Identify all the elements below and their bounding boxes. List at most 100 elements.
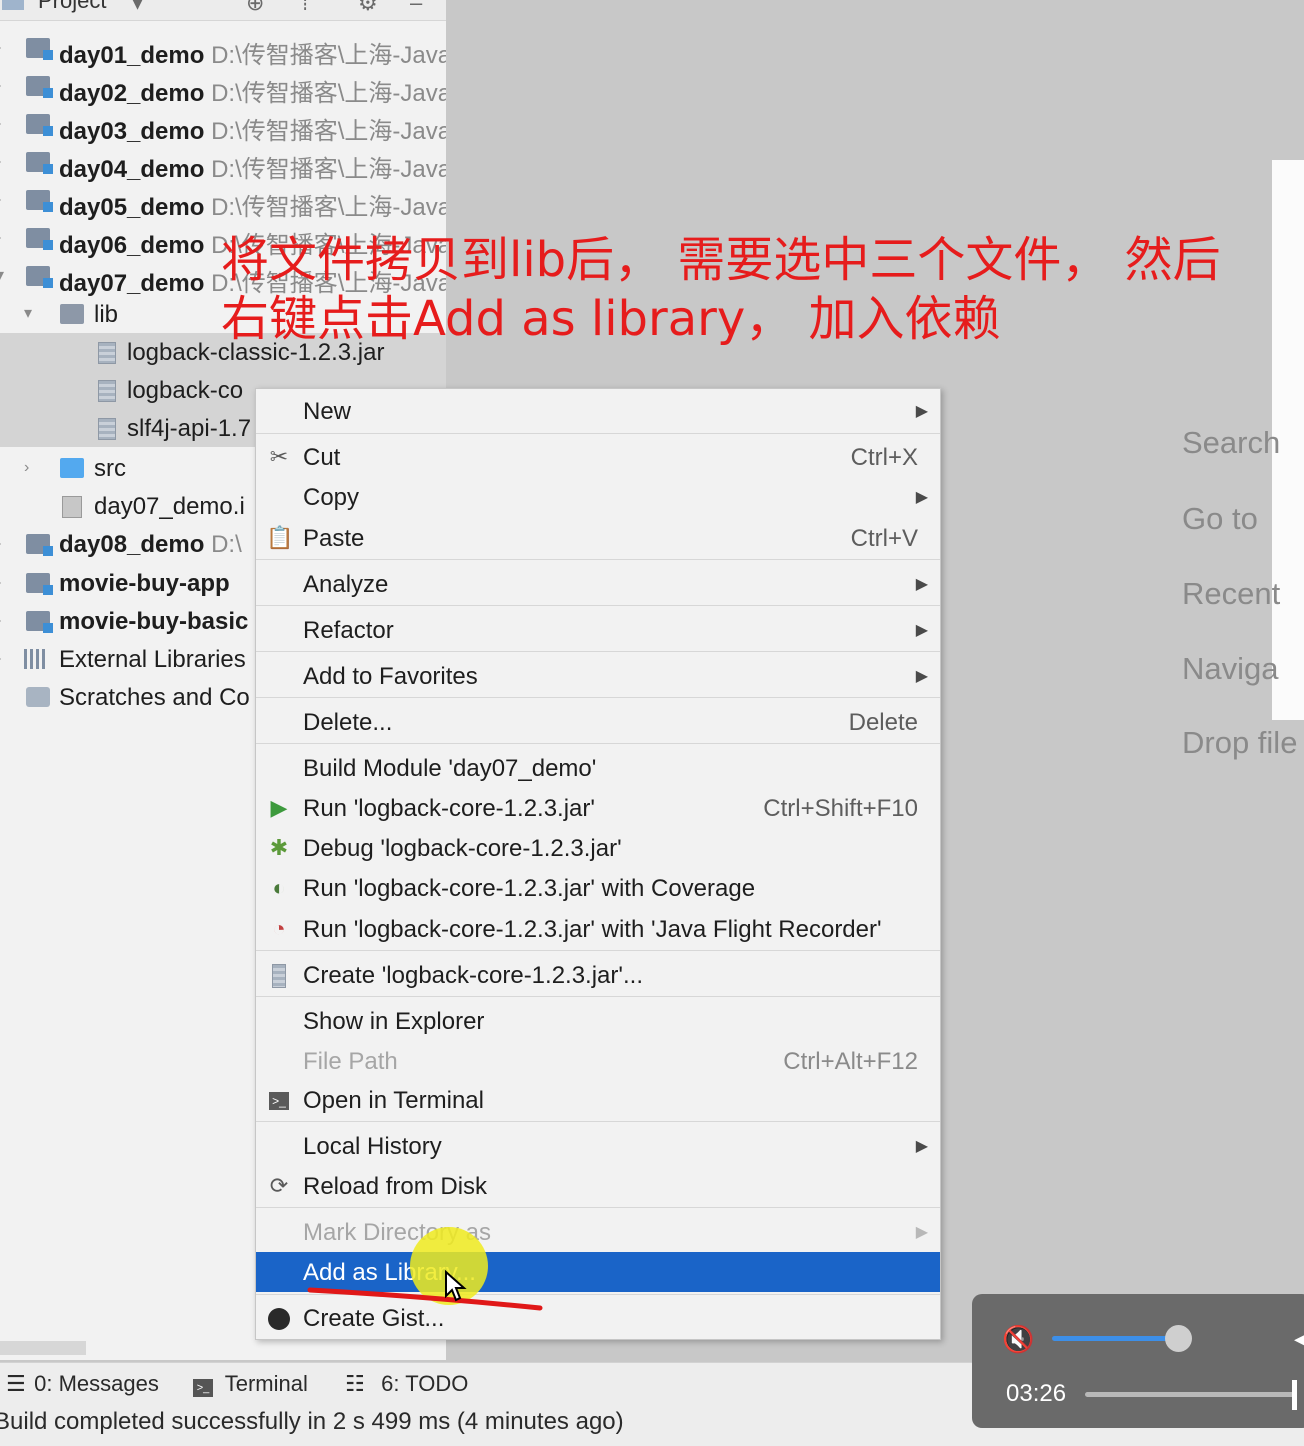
menu-item-shortcut: Ctrl+V <box>850 525 918 552</box>
menu-item-local-history[interactable]: Local History ▶ <box>256 1126 940 1166</box>
submenu-arrow-icon: ▶ <box>915 403 928 420</box>
iml-file-icon <box>62 496 82 518</box>
tree-item-label: day01_demo <box>59 42 205 69</box>
menu-item-label: Local History <box>303 1133 442 1160</box>
gear-icon[interactable]: ⚙ <box>358 0 378 16</box>
scissors-icon: ✂ <box>269 444 289 469</box>
volume-slider[interactable] <box>1052 1336 1179 1341</box>
module-icon <box>26 76 53 98</box>
annotation-line-2: 右键点击Add as library， 加入依赖 <box>221 291 1001 347</box>
menu-item-build-module[interactable]: Build Module 'day07_demo' <box>256 748 940 788</box>
mouse-pointer-icon <box>445 1270 467 1302</box>
submenu-arrow-icon: ▶ <box>915 622 928 639</box>
expand-arrow-icon[interactable]: › <box>0 39 1 57</box>
volume-slider-knob[interactable] <box>1165 1325 1192 1352</box>
expand-arrow-icon[interactable]: › <box>0 535 1 553</box>
tree-item-day02-demo[interactable]: › day02_demo D:\传智播客\上海-Java <box>0 67 446 107</box>
horizontal-scrollbar[interactable] <box>0 1341 86 1355</box>
github-icon <box>266 1305 292 1331</box>
editor-hint-navigation: Naviga <box>1182 651 1279 686</box>
menu-item-mark-directory: Mark Directory as ▶ <box>256 1212 940 1252</box>
menu-item-analyze[interactable]: Analyze ▶ <box>256 564 940 604</box>
menu-item-copy[interactable]: Copy ▶ <box>256 477 940 517</box>
tree-item-label: day05_demo <box>59 194 205 221</box>
menu-item-show-in-explorer[interactable]: Show in Explorer <box>256 1001 940 1041</box>
submenu-arrow-icon: ▶ <box>915 489 928 506</box>
mute-icon[interactable]: 🔇 <box>1002 1324 1034 1355</box>
menu-item-open-in-terminal[interactable]: >_ Open in Terminal <box>256 1080 940 1120</box>
menu-item-cut[interactable]: ✂ Cut Ctrl+X <box>256 437 940 477</box>
tab-terminal[interactable]: >_ Terminal <box>193 1371 308 1397</box>
menu-separator <box>256 1121 940 1122</box>
menu-separator <box>256 1207 940 1208</box>
tab-todo[interactable]: ☷ 6: TODO <box>345 1371 468 1397</box>
expand-arrow-icon[interactable]: › <box>0 153 1 171</box>
editor-hint-drop: Drop file <box>1182 725 1298 760</box>
menu-item-paste[interactable]: 📋 Paste Ctrl+V <box>256 518 940 558</box>
expand-arrow-icon[interactable]: › <box>0 115 1 133</box>
seek-bar-end-marker <box>1292 1380 1297 1410</box>
menu-separator <box>256 433 940 434</box>
menu-separator <box>256 651 940 652</box>
tree-item-label: src <box>94 455 126 482</box>
tree-item-label: day03_demo <box>59 118 205 145</box>
module-icon <box>26 114 53 136</box>
red-underline-annotation <box>307 1287 543 1311</box>
submenu-arrow-icon: ▶ <box>915 576 928 593</box>
menu-separator <box>256 697 940 698</box>
chevron-left-icon[interactable]: ◀ <box>1294 1326 1304 1352</box>
tab-label: Terminal <box>224 1371 308 1396</box>
tree-item-day03-demo[interactable]: › day03_demo D:\传智播客\上海-Java <box>0 105 446 145</box>
seek-bar[interactable] <box>1085 1392 1295 1397</box>
menu-item-reload-from-disk[interactable]: ⟳ Reload from Disk <box>256 1166 940 1206</box>
tree-item-label: Scratches and Co <box>59 684 250 711</box>
minimize-icon[interactable]: – <box>410 0 422 16</box>
tree-item-label: logback-co <box>127 377 244 404</box>
tree-item-label: movie-buy-app <box>59 570 230 597</box>
tab-messages[interactable]: ☰ 0: Messages <box>6 1371 159 1397</box>
terminal-icon: >_ <box>266 1087 292 1113</box>
clipboard-icon: 📋 <box>266 525 294 550</box>
expand-arrow-icon[interactable]: › <box>24 459 29 477</box>
tree-item-day05-demo[interactable]: › day05_demo D:\传智播客\上海-Java <box>0 181 446 221</box>
expand-arrow-icon[interactable]: › <box>0 77 1 95</box>
menu-item-delete[interactable]: Delete... Delete <box>256 702 940 742</box>
editor-hint-recent: Recent <box>1182 576 1281 611</box>
menu-separator <box>256 743 940 744</box>
tree-item-path: D:\传智播客\上海-Java <box>211 42 446 69</box>
tree-item-day04-demo[interactable]: › day04_demo D:\传智播客\上海-Java <box>0 143 446 183</box>
collapse-arrow-icon[interactable]: ▾ <box>0 265 4 285</box>
todo-icon: ☷ <box>345 1371 365 1396</box>
collapse-arrow-icon[interactable]: ▾ <box>24 303 32 323</box>
menu-item-create-config[interactable]: Create 'logback-core-1.2.3.jar'... <box>256 955 940 995</box>
locate-icon[interactable]: ⊕ <box>246 0 264 16</box>
tree-item-label: day07_demo <box>59 270 205 297</box>
tree-item-label: slf4j-api-1.7 <box>127 415 252 442</box>
collapse-all-icon[interactable]: ⇡ <box>296 0 314 16</box>
module-icon <box>26 38 53 60</box>
tree-item-label: movie-buy-basic <box>59 608 249 635</box>
module-icon <box>26 228 53 250</box>
tree-item-day01-demo[interactable]: › day01_demo D:\传智播客\上海-Java <box>0 29 446 69</box>
menu-item-run-flight-recorder[interactable]: ◔ Run 'logback-core-1.2.3.jar' with 'Jav… <box>256 909 940 949</box>
expand-arrow-icon[interactable]: › <box>0 191 1 209</box>
menu-separator <box>256 559 940 560</box>
project-header-title[interactable]: Project <box>38 0 106 14</box>
menu-item-add-to-favorites[interactable]: Add to Favorites ▶ <box>256 656 940 696</box>
menu-item-refactor[interactable]: Refactor ▶ <box>256 610 940 650</box>
expand-arrow-icon[interactable]: › <box>0 229 1 247</box>
menu-item-debug[interactable]: ✱ Debug 'logback-core-1.2.3.jar' <box>256 828 940 868</box>
module-icon <box>26 611 53 633</box>
menu-item-new[interactable]: New ▶ <box>256 391 940 431</box>
menu-item-label: Open in Terminal <box>303 1087 484 1114</box>
tree-item-label: day02_demo <box>59 80 205 107</box>
expand-arrow-icon[interactable]: › <box>0 612 1 630</box>
chevron-down-icon[interactable]: ▾ <box>132 0 143 16</box>
tree-item-path: D:\ <box>211 531 242 558</box>
menu-item-run[interactable]: ▶ Run 'logback-core-1.2.3.jar' Ctrl+Shif… <box>256 788 940 828</box>
expand-arrow-icon[interactable]: › <box>0 650 1 668</box>
status-text: Build completed successfully in 2 s 499 … <box>0 1408 624 1435</box>
menu-item-run-coverage[interactable]: ◐ Run 'logback-core-1.2.3.jar' with Cove… <box>256 868 940 908</box>
expand-arrow-icon[interactable]: › <box>0 574 1 592</box>
menu-item-label: Add to Favorites <box>303 663 478 690</box>
